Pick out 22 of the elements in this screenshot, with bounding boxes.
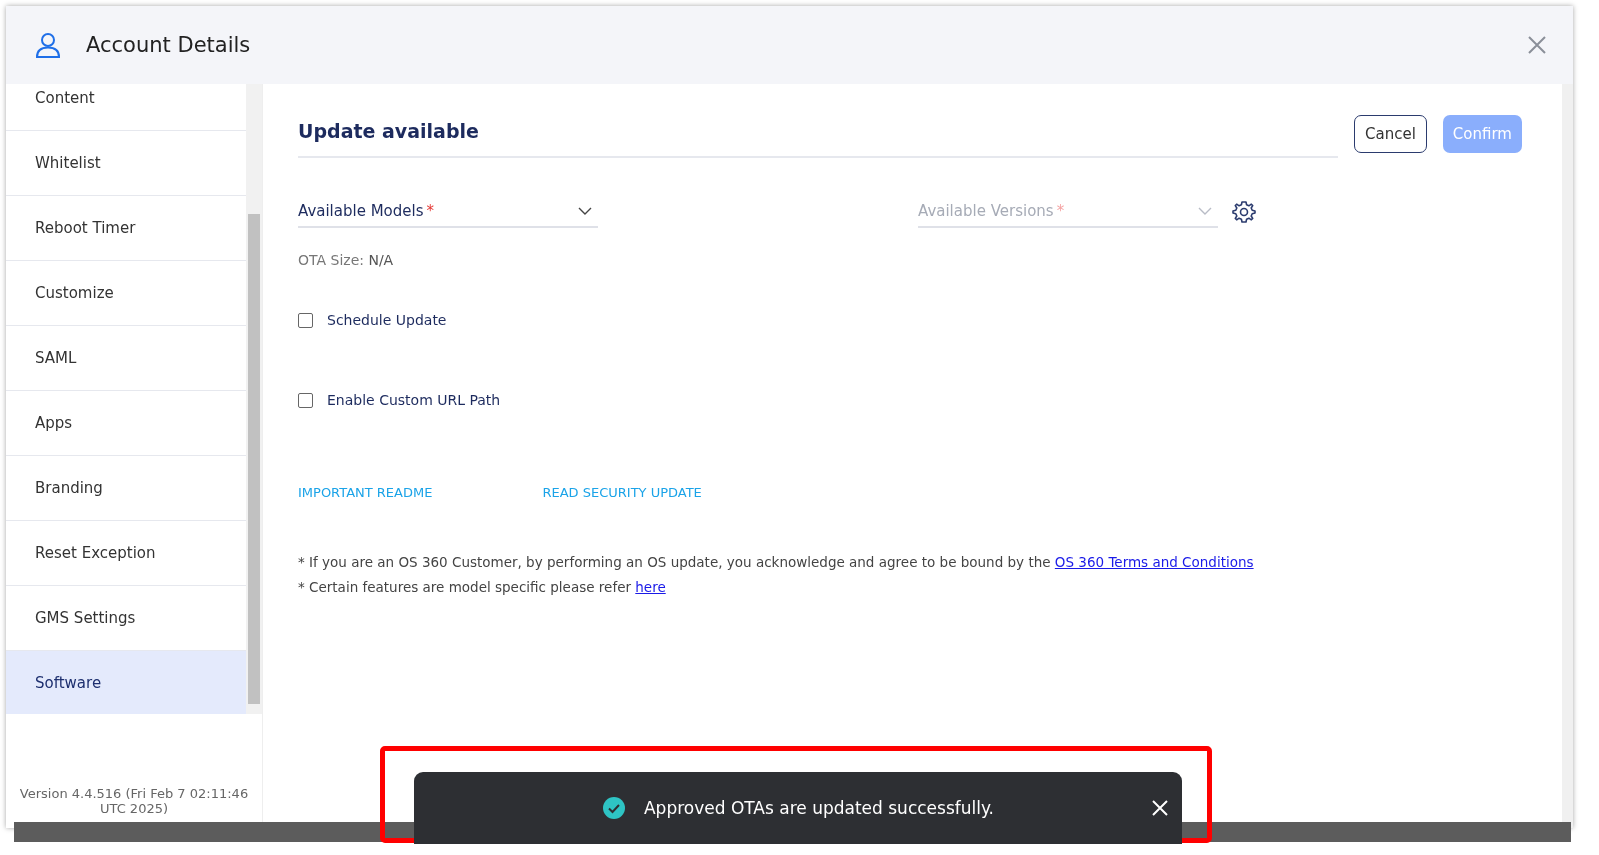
window-title: Account Details [86,33,252,57]
scrollbar[interactable] [246,84,262,714]
select-field[interactable]: Available Models * [298,196,598,228]
version-text: Version 4.4.516 (Fri Feb 7 02:11:46 UTC 2025) [18,786,250,816]
toast-message: Approved OTAs are updated successfully. [644,798,994,818]
user-icon [34,31,62,59]
chevron-down-icon[interactable] [578,207,592,215]
settings-icon[interactable] [1232,200,1256,224]
checkbox-label[interactable]: Schedule Update [327,312,447,328]
note-text: * If you are an OS 360 Customer, by performing an OS update, you acknowledge and agree to be bound by the OS 360 Terms and Conditions [298,554,1255,570]
note-text: * Certain features are model specific please refer here [298,579,667,595]
section-title: Update available [298,110,1338,158]
checkbox[interactable] [298,312,313,328]
sidebar-item[interactable]: Software [6,651,246,714]
note-link[interactable]: here [635,579,666,595]
check-circle-icon [602,796,626,820]
cancel-button[interactable]: Cancel [1354,115,1427,153]
scrollbar[interactable] [1561,84,1573,828]
checkbox[interactable] [298,392,313,408]
checkbox-label[interactable]: Enable Custom URL Path [327,392,501,408]
note-link[interactable]: OS 360 Terms and Conditions [1054,554,1254,570]
ota-size-text: OTA Size: N/A [298,252,395,268]
